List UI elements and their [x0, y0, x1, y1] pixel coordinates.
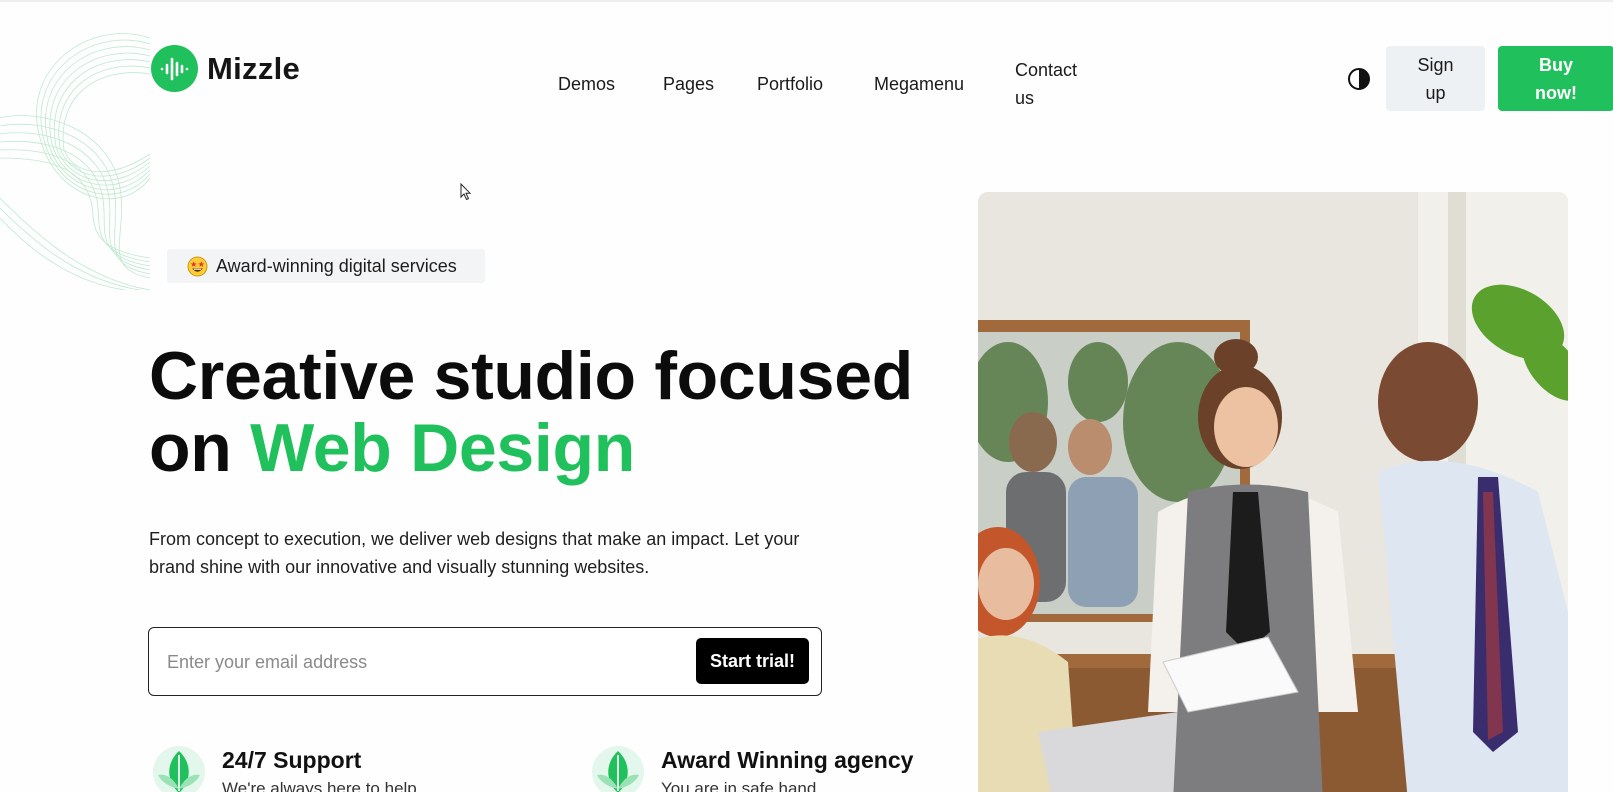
- signup-button[interactable]: Sign up: [1386, 46, 1485, 111]
- contrast-icon[interactable]: [1347, 67, 1371, 91]
- start-trial-button[interactable]: Start trial!: [696, 638, 809, 684]
- decorative-waves-graphic: [0, 33, 151, 290]
- office-team-photo: [978, 192, 1568, 792]
- nav-item-contact[interactable]: Contact us: [1015, 56, 1095, 112]
- feature-award: Award Winning agency You are in safe han…: [591, 745, 913, 792]
- brand-logo[interactable]: Mizzle: [151, 45, 300, 92]
- feature-title: Award Winning agency: [661, 747, 914, 773]
- leaf-icon: [153, 746, 205, 792]
- star-struck-emoji-icon: [187, 256, 208, 276]
- hero-heading-accent: Web Design: [250, 410, 635, 486]
- badge-text: Award-winning digital services: [216, 255, 457, 276]
- nav-item-megamenu[interactable]: Megamenu: [874, 70, 964, 98]
- mouse-cursor-icon: [460, 183, 472, 201]
- soundwave-icon: [151, 45, 198, 92]
- hero-heading-line1: Creative studio focused: [149, 338, 913, 414]
- buy-now-button[interactable]: Buy now!: [1498, 46, 1613, 111]
- trial-signup-form: Start trial!: [148, 627, 822, 696]
- feature-support: 24/7 Support We're always here to help: [152, 745, 417, 792]
- award-badge: Award-winning digital services: [167, 249, 485, 283]
- nav-item-demos[interactable]: Demos: [558, 70, 615, 98]
- brand-name: Mizzle: [207, 50, 301, 86]
- feature-title: 24/7 Support: [222, 747, 362, 773]
- hero-description: From concept to execution, we deliver we…: [149, 529, 800, 577]
- hero-heading: Creative studio focused on Web Design: [149, 340, 949, 484]
- hero-heading-on: on: [149, 410, 251, 486]
- top-divider: [0, 0, 1613, 2]
- feature-subtitle: You are in safe hand: [661, 779, 817, 792]
- nav-item-portfolio[interactable]: Portfolio: [757, 70, 823, 98]
- leaf-icon: [592, 746, 644, 792]
- email-input[interactable]: [167, 644, 667, 680]
- nav-item-pages[interactable]: Pages: [663, 70, 714, 98]
- feature-subtitle: We're always here to help: [222, 779, 417, 792]
